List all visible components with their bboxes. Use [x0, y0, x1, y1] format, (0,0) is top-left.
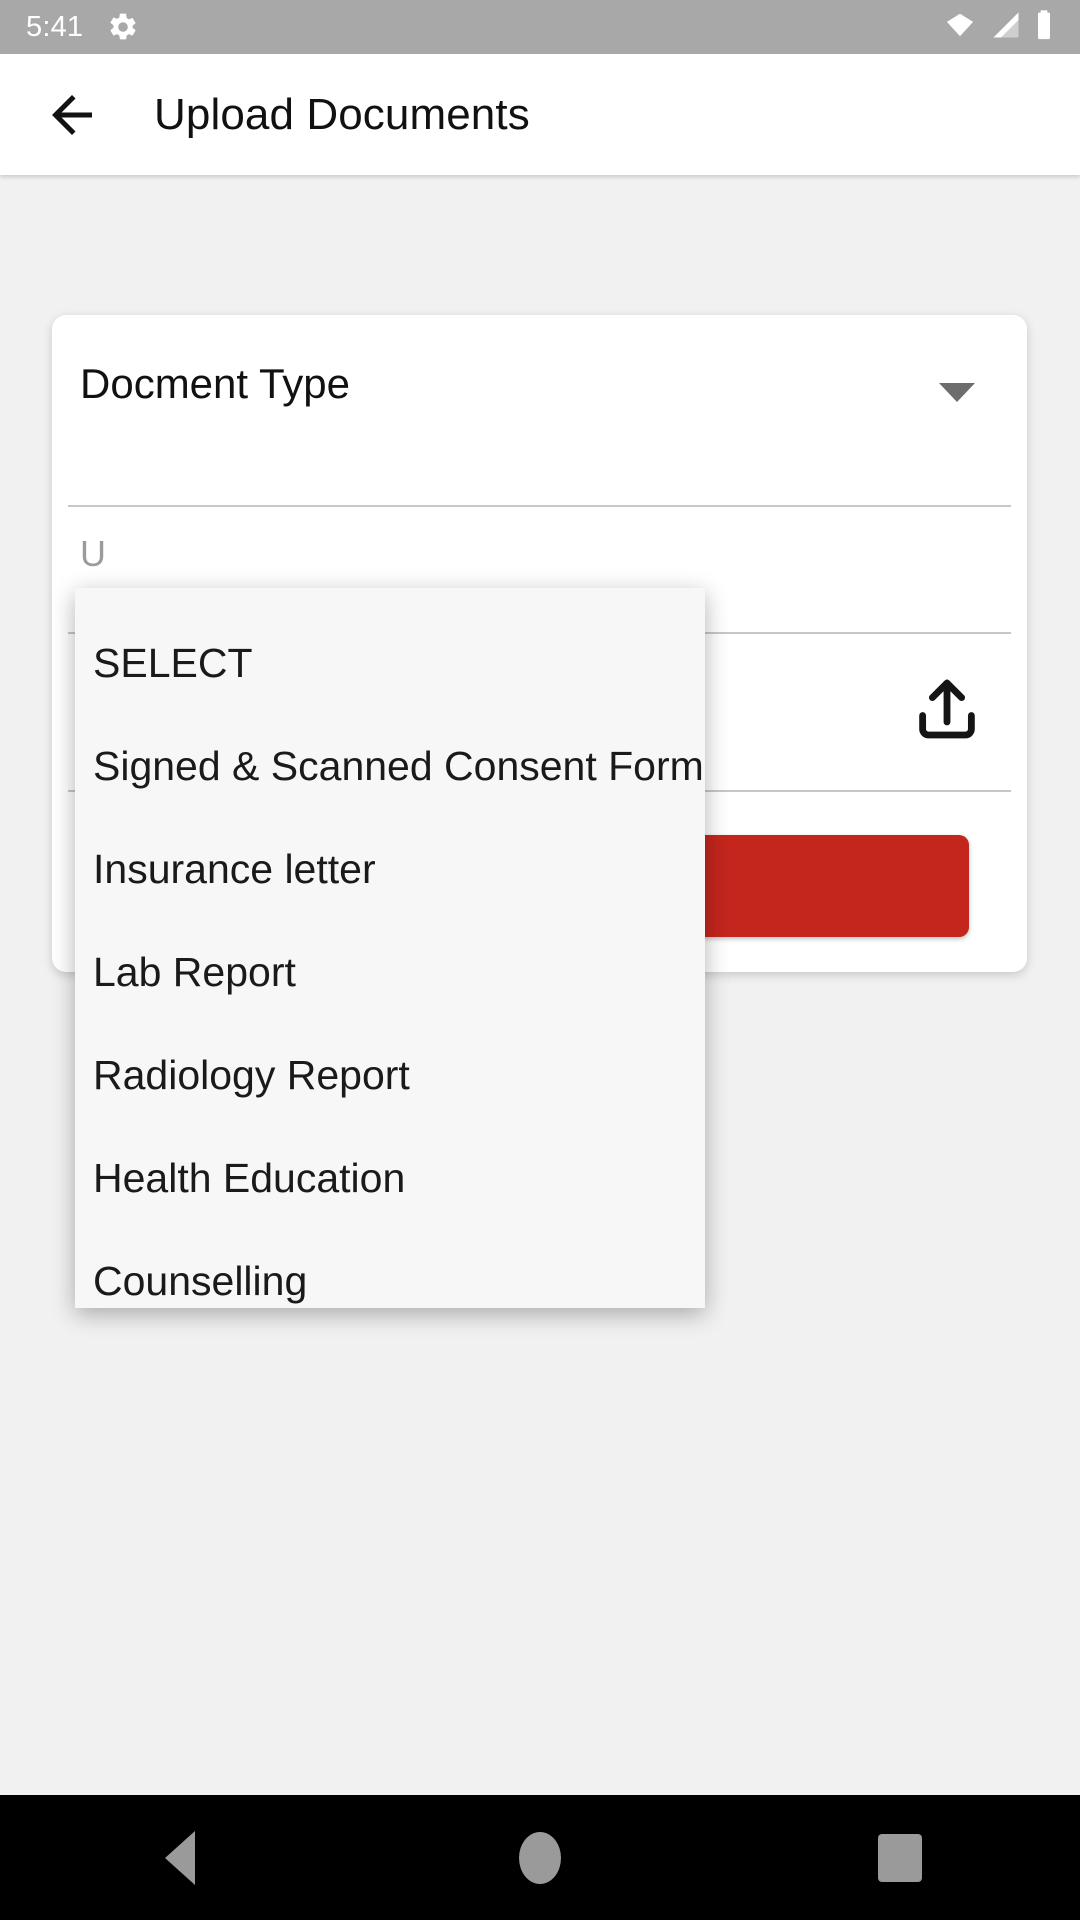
upload-icon[interactable] — [905, 667, 989, 751]
wifi-icon — [942, 10, 978, 45]
battery-icon — [1034, 9, 1054, 46]
dropdown-caret-icon[interactable] — [939, 383, 975, 402]
nav-recents-square-icon[interactable] — [810, 1795, 990, 1920]
nav-home-circle-icon[interactable] — [450, 1795, 630, 1920]
divider-1 — [68, 505, 1011, 507]
dropdown-item-radiology[interactable]: Radiology Report — [75, 1024, 705, 1127]
status-bar-indicators — [942, 9, 1054, 46]
dropdown-item-consent-form[interactable]: Signed & Scanned Consent Form — [75, 715, 705, 818]
dropdown-item-health-ed[interactable]: Health Education — [75, 1127, 705, 1230]
document-type-label: Docment Type — [80, 360, 351, 407]
status-bar-clock: 5:41 — [26, 10, 84, 43]
dropdown-item-insurance[interactable]: Insurance letter — [75, 818, 705, 921]
upload-row-1-text: U — [80, 533, 106, 574]
status-bar: 5:41 — [0, 0, 1080, 54]
back-arrow-icon[interactable] — [20, 63, 124, 167]
nav-back-triangle-icon[interactable] — [90, 1795, 270, 1920]
dropdown-item-lab-report[interactable]: Lab Report — [75, 921, 705, 1024]
dropdown-item-select[interactable]: SELECT — [75, 612, 705, 715]
cellular-signal-icon — [989, 10, 1023, 45]
page-title: Upload Documents — [154, 89, 530, 139]
app-bar: Upload Documents — [0, 54, 1080, 175]
dropdown-item-counselling[interactable]: Counselling — [75, 1230, 705, 1333]
system-navigation-bar — [0, 1795, 1080, 1920]
gear-icon — [107, 11, 139, 43]
document-type-dropdown-menu[interactable]: SELECT Signed & Scanned Consent Form Ins… — [75, 588, 705, 1308]
